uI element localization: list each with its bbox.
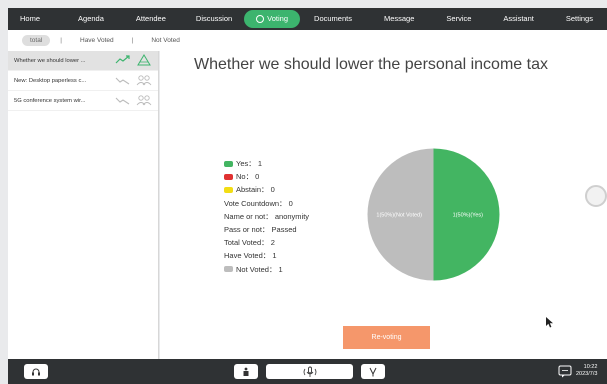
abstain-swatch (224, 186, 233, 193)
yes-swatch (224, 160, 233, 167)
stat-have-voted: Have Voted： 1 (224, 251, 277, 261)
bottom-toolbar (8, 359, 607, 384)
system-clock: 10:22 2023/7/3 (576, 364, 597, 378)
nav-service-label: Service (446, 14, 472, 23)
vote-list-item[interactable]: Whether we should lower ... (8, 51, 158, 71)
nav-service[interactable]: Service (434, 10, 483, 28)
microphone-icon (303, 366, 316, 377)
vote-list-sidebar: Whether we should lower ... New: Desktop… (8, 51, 159, 359)
vote-list-item[interactable]: New: Desktop paperless c... (8, 71, 158, 91)
stat-not-voted: Not Voted： 1 (224, 263, 309, 276)
nav-documents-label: Documents (314, 14, 352, 23)
filter-not-voted[interactable]: Not Voted (143, 35, 188, 46)
stat-yes: Yes： 1 (224, 157, 309, 170)
people-icon (137, 54, 151, 66)
filter-separator: | (131, 37, 134, 44)
podium-button[interactable] (234, 364, 258, 379)
stat-total-voted: Total Voted： 2 (224, 238, 275, 248)
vote-pie-chart: 1(50%)(Yes) 1(50%)(Not Voted) (367, 148, 500, 281)
nav-agenda[interactable]: Agenda (66, 10, 116, 28)
vote-item-title: New: Desktop paperless c... (14, 77, 87, 84)
nav-settings-label: Settings (565, 14, 593, 23)
headset-button[interactable] (24, 364, 48, 379)
filter-have-voted[interactable]: Have Voted (72, 35, 122, 46)
nav-home-label: Home (20, 14, 41, 23)
nav-documents[interactable]: Documents (302, 10, 364, 28)
clock-time: 10:22 (583, 364, 598, 370)
chat-icon[interactable] (558, 365, 572, 378)
filter-total[interactable]: total (22, 35, 51, 46)
nav-assistant-label: Assistant (503, 14, 534, 23)
filter-bar: total | Have Voted | Not Voted (8, 30, 607, 51)
interpreter-button[interactable] (361, 364, 385, 379)
voting-icon (256, 15, 265, 23)
stat-not-voted-text: Not Voted： 1 (236, 264, 283, 274)
stat-yes-text: Yes： 1 (236, 159, 262, 168)
vote-title: Whether we should lower the personal inc… (194, 56, 548, 73)
top-navigation: Home Agenda Attendee Discussion Voting D… (8, 8, 607, 30)
no-swatch (224, 173, 233, 180)
cursor-icon (546, 317, 553, 328)
filter-separator: | (60, 37, 62, 44)
podium-icon (243, 367, 249, 376)
nav-home[interactable]: Home (8, 10, 52, 28)
nav-attendee[interactable]: Attendee (124, 10, 178, 28)
stat-no-text: No： 0 (236, 172, 260, 182)
stat-abstain-text: Abstain： 0 (236, 185, 275, 195)
vote-item-title: Whether we should lower ... (14, 57, 86, 64)
nav-agenda-label: Agenda (78, 14, 104, 23)
stat-countdown: Vote Countdown： 0 (224, 198, 293, 208)
pie-slice-label: 1(50%)(Yes) (453, 213, 484, 219)
trend-icon (115, 97, 130, 105)
nav-assistant[interactable]: Assistant (491, 10, 545, 28)
stat-name-or-not: Name or not： anonymity (224, 211, 310, 221)
nav-message[interactable]: Message (372, 10, 426, 28)
vote-detail-panel: Whether we should lower the personal inc… (160, 51, 607, 359)
vote-list-item[interactable]: 5G conference system wir... (8, 91, 158, 111)
nav-voting-label: Voting (267, 14, 289, 23)
people-icon (136, 75, 152, 86)
stat-abstain: Abstain： 0 (224, 183, 309, 196)
vote-item-title: 5G conference system wir... (14, 97, 86, 104)
vote-stats: Yes： 1 No： 0 Abstain： 0 Vote Countdown： … (224, 157, 309, 276)
nav-discussion-label: Discussion (195, 14, 233, 23)
stat-no: No： 0 (224, 170, 309, 183)
interpreter-icon (369, 367, 377, 376)
nav-attendee-label: Attendee (135, 14, 166, 23)
nav-voting[interactable]: Voting (244, 10, 301, 28)
stat-pass-or-not: Pass or not： Passed (224, 224, 297, 234)
headset-icon (32, 368, 40, 375)
pie-slice-label: 1(50%)(Not Voted) (376, 213, 422, 219)
revote-button[interactable]: Re-voting (343, 326, 430, 349)
floating-handle[interactable] (585, 185, 607, 207)
not-voted-swatch (224, 266, 233, 273)
nav-settings[interactable]: Settings (554, 10, 605, 28)
trend-icon (115, 77, 130, 85)
people-icon (136, 95, 152, 106)
trend-icon (115, 55, 130, 64)
microphone-button[interactable] (266, 364, 353, 379)
nav-discussion[interactable]: Discussion (184, 10, 244, 28)
nav-message-label: Message (383, 14, 415, 23)
clock-date: 2023/7/3 (576, 371, 598, 377)
